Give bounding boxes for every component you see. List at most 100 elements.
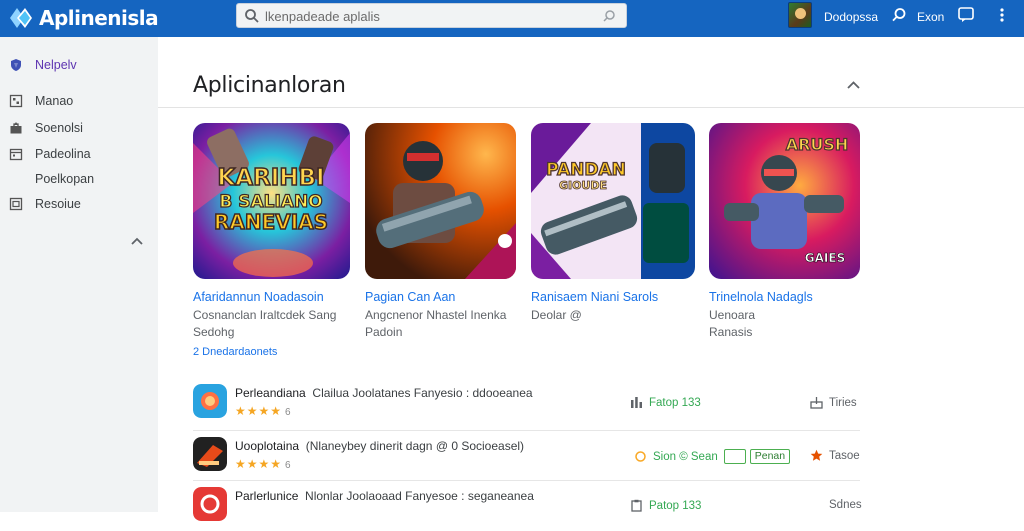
shield-icon (11, 59, 21, 71)
app-description: Clailua Joolatanes Fanyesio : ddooeanea (312, 386, 533, 400)
downloads-stat: Patop 133 (630, 499, 701, 512)
status-stat: Sion © Sean Penan (634, 449, 791, 464)
sidebar-item-0[interactable]: Nelpelv (0, 54, 158, 76)
device-chip[interactable] (723, 449, 746, 464)
app-subtitle: Angcnenor Nhastel Inenka Padoin (365, 307, 506, 341)
logo-icon (10, 8, 32, 28)
sidebar-item-label: Nelpelv (35, 58, 77, 72)
sidebar: Nelpelv Manao Soenolsi Padeolina Poelkop… (0, 37, 158, 512)
star-icon (810, 449, 823, 461)
category-stat: Tasoe (810, 449, 860, 462)
app-artwork: KARIHBI B SALIANO RANEVIAS (193, 123, 350, 279)
row-title: Uooplotaina (Nlaneybey dinerit dagn @ 0 … (235, 439, 524, 453)
briefcase-icon (10, 122, 22, 134)
app-subtitle: Deolar @ (531, 307, 582, 324)
more-vert-icon[interactable] (994, 6, 1010, 24)
search-submit-icon[interactable] (602, 8, 618, 24)
status-chip[interactable]: Penan (749, 449, 791, 464)
app-logo[interactable]: Aplinenisla (8, 5, 159, 31)
search-input[interactable] (265, 7, 595, 25)
app-meta: Uenoara (709, 308, 756, 322)
sidebar-item-3[interactable]: Padeolina (0, 143, 158, 165)
sidebar-item-label: Padeolina (35, 147, 91, 161)
app-meta: Sedohg (193, 325, 235, 339)
featured-card[interactable]: ARUSH GAIES Trinelnola Nadagls Uenoara R… (709, 123, 860, 339)
app-description: Nlonlar Joolaoaad Fanyesoe : seganeanea (305, 489, 534, 503)
app-subtitle: Uenoara Ranasis (709, 307, 755, 341)
app-meta: Ranasis (709, 325, 753, 339)
search-icon (245, 9, 259, 23)
app-name[interactable]: Uooplotaina (235, 439, 299, 453)
app-artwork: ARUSH GAIES (709, 123, 860, 279)
avatar[interactable] (788, 2, 812, 28)
art-text: ARUSH (786, 135, 849, 154)
app-artwork: PANDAN GIOUDE (531, 123, 695, 279)
sidebar-item-label: Resoiue (35, 197, 81, 211)
sidebar-item-label: Soenolsi (35, 121, 83, 135)
search-icon[interactable] (891, 7, 907, 23)
row-title: Parlerlunice Nlonlar Joolaoaad Fanyesoe … (235, 489, 534, 503)
stat-text: Tasoe (829, 449, 860, 462)
calendar-icon (9, 148, 23, 161)
header-link[interactable]: Exon (917, 10, 944, 24)
chevron-up-icon[interactable] (131, 236, 143, 246)
row-divider (193, 480, 860, 481)
featured-card[interactable]: KARIHBI B SALIANO RANEVIAS Afaridannun N… (193, 123, 350, 339)
app-name: Aplinenisla (39, 6, 159, 30)
app-subtitle: Cosnanclan Iraltcdek Sang Sedohg (193, 307, 336, 341)
divider (158, 107, 1024, 108)
app-title[interactable]: Trinelnola Nadagls (709, 290, 813, 304)
art-text: KARIHBI (217, 165, 324, 191)
sidebar-item-5[interactable]: Resoiue (0, 193, 158, 215)
chevron-up-icon[interactable] (847, 80, 860, 90)
app-name[interactable]: Perleandiana (235, 386, 306, 400)
art-text: B SALIANO (219, 192, 322, 212)
app-meta: Cosnanclan Iraltcdek Sang (193, 308, 337, 322)
sidebar-item-label: Manao (35, 94, 74, 108)
app-meta: Deolar @ (531, 308, 582, 322)
app-meta: Padoin (365, 325, 403, 339)
app-description: (Nlaneybey dinerit dagn @ 0 Socioeasel) (305, 439, 525, 453)
featured-card[interactable]: PANDAN GIOUDE Ranisaem Niani Sarols Deol… (531, 123, 695, 322)
sidebar-item-2[interactable]: Soenolsi (0, 117, 158, 139)
row-title: Perleandiana Clailua Joolatanes Fanyesio… (235, 386, 533, 400)
list-item[interactable]: Uooplotaina (Nlaneybey dinerit dagn @ 0 … (193, 437, 860, 481)
sidebar-item-1[interactable]: Manao (0, 90, 158, 112)
app-title[interactable]: Afaridannun Noadasoin (193, 290, 324, 304)
bar-chart-icon (631, 397, 642, 408)
list-icon (9, 197, 23, 211)
rating-stars: ★★★★ 6 (235, 404, 291, 418)
app-title[interactable]: Ranisaem Niani Sarols (531, 290, 658, 304)
app-icon (193, 437, 227, 471)
art-text: PANDAN (546, 160, 626, 180)
stat-text: Sion © Sean (653, 450, 718, 463)
list-item[interactable]: Perleandiana Clailua Joolatanes Fanyesio… (193, 384, 860, 428)
rating-count: 6 (285, 460, 291, 471)
grid-icon (9, 94, 23, 108)
app-name[interactable]: Parlerlunice (235, 489, 298, 503)
stat-text: Fatop 133 (649, 396, 701, 409)
list-item[interactable]: Parlerlunice Nlonlar Joolaoaad Fanyesoe … (193, 487, 862, 531)
top-app-bar: Aplinenisla Dodopssa Exon (0, 0, 1024, 37)
message-icon[interactable] (957, 6, 975, 24)
app-meta: Angcnenor Nhastel Inenka (365, 308, 507, 322)
account-name[interactable]: Dodopssa (824, 10, 878, 24)
app-title[interactable]: Pagian Can Aan (365, 290, 455, 304)
tray-icon (810, 397, 823, 409)
featured-card[interactable]: Pagian Can Aan Angcnenor Nhastel Inenka … (365, 123, 516, 339)
app-icon (193, 384, 227, 418)
search-bar[interactable] (236, 3, 627, 28)
stat-text: Tiries (829, 396, 857, 409)
sidebar-item-4[interactable]: Poelkopan (0, 168, 158, 190)
app-artwork (365, 123, 516, 279)
category-stat: Tiries (810, 396, 857, 409)
app-icon (193, 487, 227, 521)
see-more-link[interactable]: 2 Dnedardaonets (193, 346, 277, 358)
category-stat: Sdnes (829, 499, 862, 511)
rating-count: 6 (285, 407, 291, 418)
sidebar-item-label: Poelkopan (35, 172, 95, 186)
art-text: RANEVIAS (214, 210, 328, 234)
stat-text: Sdnes (829, 499, 862, 511)
rating-stars: ★★★★ 6 (235, 457, 291, 471)
clipboard-icon (631, 499, 642, 512)
